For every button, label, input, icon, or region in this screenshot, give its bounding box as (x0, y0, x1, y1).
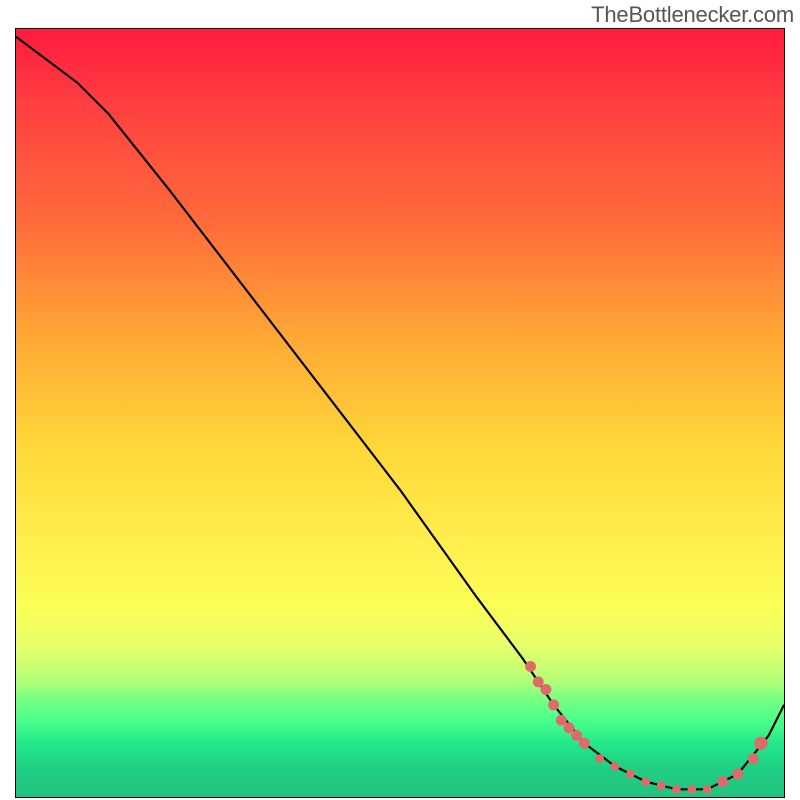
chart-marker-dot (556, 715, 567, 726)
chart-marker-dot (533, 676, 544, 687)
chart-marker-dot (748, 753, 759, 764)
chart-marker-dot (732, 769, 743, 780)
chart-svg (16, 29, 784, 797)
chart-marker-dot (657, 781, 666, 790)
chart-marker-dot (717, 776, 728, 787)
chart-marker-dot (703, 785, 712, 794)
chart-marker-dot (595, 754, 604, 763)
chart-marker-dot (611, 762, 620, 771)
chart-marker-dot (564, 722, 575, 733)
chart-container: TheBottlenecker.com (0, 0, 800, 800)
chart-marker-dot (687, 785, 696, 794)
chart-plot-area (15, 28, 785, 798)
chart-marker-dot (540, 684, 551, 695)
chart-marker-dot (571, 730, 582, 741)
chart-markers (525, 661, 767, 794)
chart-marker-dot (548, 699, 559, 710)
chart-curve (16, 37, 784, 790)
chart-marker-dot (626, 770, 635, 779)
chart-marker-dot (525, 661, 536, 672)
chart-marker-dot (579, 738, 590, 749)
chart-marker-dot (641, 777, 650, 786)
attribution-text: TheBottlenecker.com (591, 2, 794, 28)
chart-marker-dot (754, 737, 767, 750)
chart-marker-dot (672, 785, 681, 794)
